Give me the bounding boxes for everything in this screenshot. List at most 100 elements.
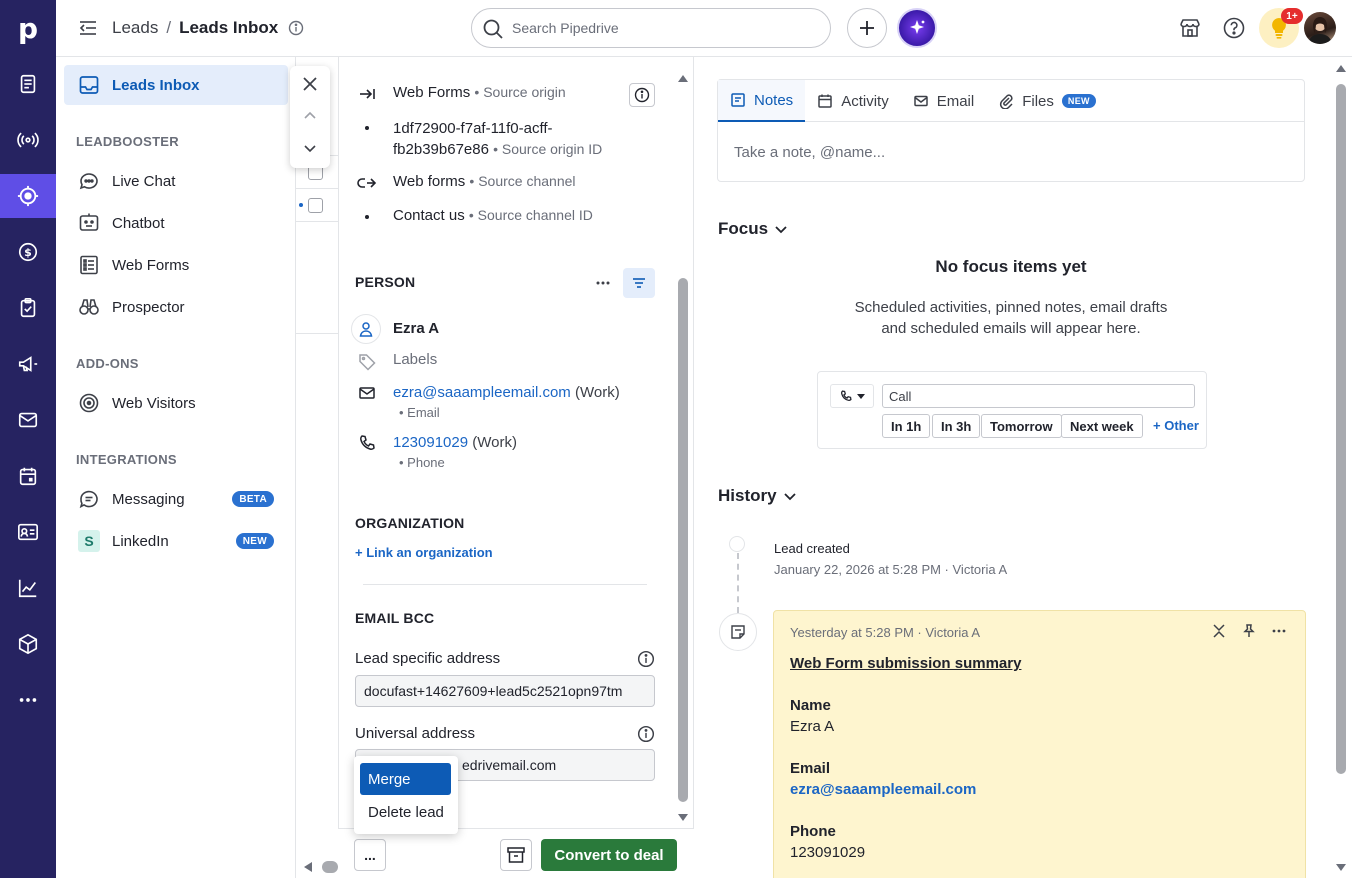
person-email-link[interactable]: ezra@saaampleemail.com [393, 384, 571, 401]
rail-insights-icon[interactable] [0, 566, 56, 610]
tab-email[interactable]: Email [901, 80, 987, 122]
person-phone-row: 123091029 (Work) • Phone [357, 433, 517, 473]
new-badge: NEW [235, 533, 274, 549]
history-lead-created: Lead created [774, 541, 850, 556]
more-options-icon[interactable] [1271, 623, 1287, 639]
filter-button[interactable] [623, 268, 655, 298]
person-name[interactable]: Ezra A [393, 314, 439, 344]
row-checkbox[interactable] [308, 198, 323, 213]
pipedrive-logo[interactable]: p [0, 0, 56, 56]
person-email-row: ezra@saaampleemail.com (Work) • Email [357, 383, 620, 423]
activity-subject-input[interactable]: Call [882, 384, 1195, 408]
svg-text:$: $ [24, 246, 32, 259]
rail-campaigns-icon[interactable] [0, 342, 56, 386]
quick-add-button[interactable] [847, 8, 887, 48]
rail-mail-icon[interactable] [0, 398, 56, 442]
info-icon[interactable] [637, 650, 655, 668]
table-row[interactable] [296, 189, 341, 222]
marketplace-icon[interactable] [1178, 16, 1202, 40]
sidebar-item-chatbot[interactable]: Chatbot [64, 203, 288, 243]
lead-nav-controls [290, 66, 330, 168]
menu-item-delete-lead[interactable]: Delete lead [360, 796, 451, 828]
note-input[interactable]: Take a note, @name... [734, 144, 885, 161]
rail-more-icon[interactable] [0, 678, 56, 722]
breadcrumb-leads[interactable]: Leads [112, 18, 158, 38]
chevron-up-icon[interactable] [300, 106, 320, 126]
channel-link-icon [357, 173, 377, 193]
convert-to-deal-button[interactable]: Convert to deal [541, 839, 677, 871]
leadbooster-sidebar: Leads Inbox LEADBOOSTER Live Chat Chatbo… [56, 57, 296, 878]
menu-item-merge[interactable]: Merge [360, 763, 451, 795]
rail-products-icon[interactable] [0, 622, 56, 666]
scroll-down-icon[interactable] [676, 810, 690, 824]
scroll-down-icon[interactable] [1334, 860, 1348, 874]
activity-type-select[interactable] [830, 384, 874, 408]
scroll-up-icon[interactable] [676, 72, 690, 86]
more-actions-button[interactable]: ... [354, 839, 386, 871]
sidebar-item-leads-inbox[interactable]: Leads Inbox [64, 65, 288, 105]
close-icon[interactable] [300, 74, 320, 94]
chevron-down-icon[interactable] [300, 138, 320, 158]
phone-icon [357, 433, 377, 453]
more-options-icon[interactable] [593, 275, 613, 291]
beta-badge: BETA [232, 491, 274, 507]
rail-leads-icon[interactable] [0, 62, 56, 106]
lead-address-field[interactable]: docufast+14627609+lead5c2521opn97tm [355, 675, 655, 707]
archive-button[interactable] [500, 839, 532, 871]
ai-assistant-button[interactable] [897, 8, 937, 48]
tab-files[interactable]: Files NEW [986, 80, 1108, 122]
scroll-up-icon[interactable] [1334, 62, 1348, 76]
focus-empty-title: No focus items yet [935, 257, 1087, 276]
rail-calendar-icon[interactable] [0, 454, 56, 498]
collapse-icon[interactable] [1211, 623, 1227, 639]
user-avatar[interactable] [1304, 12, 1336, 44]
note-email-link[interactable]: ezra@saaampleemail.com [790, 779, 1021, 800]
link-organization-button[interactable]: + Link an organization [355, 545, 493, 560]
note-actions [1211, 623, 1287, 639]
lead-activity-panel: Notes Activity Email Files NEW Take a no… [695, 57, 1352, 878]
sidebar-item-web-visitors[interactable]: Web Visitors [64, 383, 288, 423]
history-note-card: Yesterday at 5:28 PM · Victoria A Web Fo… [773, 610, 1306, 878]
quick-tomorrow-button[interactable]: Tomorrow [981, 414, 1062, 438]
sidebar-item-messaging[interactable]: Messaging BETA [64, 479, 288, 519]
detail-scroll-thumb[interactable] [678, 278, 688, 802]
section-integrations: INTEGRATIONS [76, 452, 177, 467]
activity-scroll-thumb[interactable] [1336, 84, 1346, 774]
tab-notes[interactable]: Notes [718, 80, 806, 122]
menu-collapse-icon[interactable] [78, 18, 98, 38]
labels-row[interactable]: Labels [357, 351, 437, 371]
quick-other-button[interactable]: + Other [1153, 418, 1199, 433]
source-channel-row: Web forms • Source channel [357, 173, 576, 193]
note-icon [731, 93, 745, 107]
info-icon[interactable] [637, 725, 655, 743]
lead-address-label: Lead specific address [355, 650, 501, 667]
rail-contacts-icon[interactable] [0, 510, 56, 554]
quick-next-week-button[interactable]: Next week [1061, 414, 1143, 438]
rail-tasks-icon[interactable] [0, 286, 56, 330]
rail-broadcast-icon[interactable] [0, 118, 56, 162]
horizontal-scroll-thumb[interactable] [322, 861, 338, 873]
sidebar-item-web-forms[interactable]: Web Forms [64, 245, 288, 285]
rail-deals-icon[interactable]: $ [0, 230, 56, 274]
tab-activity[interactable]: Activity [805, 80, 901, 122]
info-button[interactable] [629, 83, 655, 107]
help-icon[interactable] [1222, 16, 1246, 40]
quick-in-3h-button[interactable]: In 3h [932, 414, 981, 438]
quick-in-1h-button[interactable]: In 1h [882, 414, 931, 438]
focus-toggle[interactable]: Focus [718, 219, 788, 239]
sidebar-item-prospector[interactable]: Prospector [64, 287, 288, 327]
calendar-icon [818, 94, 832, 108]
organization-section-title: ORGANIZATION [355, 515, 465, 531]
scroll-left-icon[interactable] [302, 860, 314, 874]
email-bcc-section-title: EMAIL BCC [355, 610, 435, 626]
person-phone-link[interactable]: 123091029 [393, 434, 468, 451]
new-badge: NEW [1061, 94, 1096, 108]
history-toggle[interactable]: History [718, 486, 797, 506]
rail-leadbooster-icon[interactable] [0, 174, 56, 218]
search-input[interactable]: Search Pipedrive [471, 8, 831, 48]
chevron-down-icon [775, 226, 787, 234]
sidebar-item-linkedin[interactable]: S LinkedIn NEW [64, 521, 288, 561]
info-icon[interactable] [288, 20, 304, 36]
sidebar-item-live-chat[interactable]: Live Chat [64, 161, 288, 201]
pin-icon[interactable] [1241, 623, 1257, 639]
